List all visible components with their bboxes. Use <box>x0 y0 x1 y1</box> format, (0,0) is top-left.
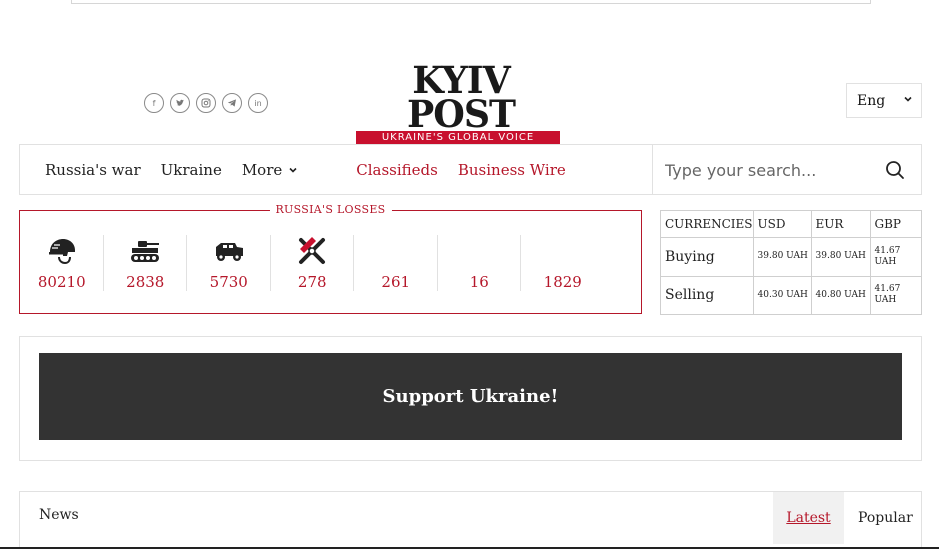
language-value: Eng <box>857 92 886 109</box>
search-box <box>652 145 921 194</box>
currency-row-selling: Selling 40.30 UAH 40.80 UAH 41.67 UAH <box>660 275 923 315</box>
chevron-down-icon <box>289 167 297 173</box>
loss-item-personnel[interactable]: 80210 <box>20 211 104 313</box>
search-input[interactable] <box>665 157 880 183</box>
linkedin-icon[interactable]: in <box>248 93 268 113</box>
currency-row-label: Selling <box>660 275 754 315</box>
currency-header-eur: EUR <box>810 210 871 238</box>
nav-more-label: More <box>241 160 283 179</box>
loss-item-artillery[interactable]: 278 <box>271 211 354 313</box>
social-links: f in <box>144 93 268 113</box>
currency-table: CURRENCIES USD EUR GBP Buying 39.80 UAH … <box>660 210 923 315</box>
loss-value: 16 <box>469 273 489 291</box>
logo-wordmark: KYIV POST <box>406 58 516 136</box>
tab-latest[interactable]: Latest <box>773 492 844 544</box>
nav-item-classifieds[interactable]: Classifieds <box>356 161 438 179</box>
currency-header-label: CURRENCIES <box>660 210 754 238</box>
loss-item-7[interactable]: 1829 <box>521 211 605 313</box>
currency-row-buying: Buying 39.80 UAH 39.80 UAH 41.67 UAH <box>660 237 923 277</box>
loss-item-tanks[interactable]: 2838 <box>104 211 187 313</box>
tank-icon <box>131 241 160 262</box>
chevron-down-icon <box>904 96 912 102</box>
currency-header-row: CURRENCIES USD EUR GBP <box>660 210 923 238</box>
currency-header-usd: USD <box>752 210 812 238</box>
russias-losses-widget[interactable]: RUSSIA'S LOSSES 80210 2838 5730 278 261 … <box>19 203 642 314</box>
artillery-icon <box>299 237 326 264</box>
loss-item-6[interactable]: 16 <box>438 211 521 313</box>
nav-item-business-wire[interactable]: Business Wire <box>458 161 566 179</box>
telegram-icon[interactable] <box>222 93 242 113</box>
tab-popular[interactable]: Popular <box>858 492 913 544</box>
language-select[interactable]: Eng <box>846 83 922 118</box>
rate-gbp: 41.67 UAH <box>869 237 923 277</box>
rate-gbp: 41.67 UAH <box>869 275 923 315</box>
top-strip <box>71 0 871 4</box>
loss-value: 261 <box>381 273 411 291</box>
support-section: Support Ukraine! <box>19 336 922 461</box>
loss-value: 5730 <box>209 273 248 291</box>
news-section: News Latest Popular <box>19 491 922 549</box>
loss-value: 2838 <box>126 273 165 291</box>
rate-eur: 39.80 UAH <box>810 237 871 277</box>
twitter-icon[interactable] <box>170 93 190 113</box>
loss-value: 1829 <box>543 273 582 291</box>
rate-usd: 39.80 UAH <box>752 237 812 277</box>
kyiv-post-logo[interactable]: KYIV POST UKRAINE'S GLOBAL VOICE <box>356 58 566 145</box>
facebook-icon[interactable]: f <box>144 93 164 113</box>
main-nav: Russia's war Ukraine More Classifieds Bu… <box>19 144 922 195</box>
armored-vehicle-icon <box>215 243 243 261</box>
instagram-icon[interactable] <box>196 93 216 113</box>
currency-header-gbp: GBP <box>869 210 923 238</box>
loss-value: 80210 <box>37 273 86 291</box>
helmet-icon <box>48 239 75 265</box>
search-icon[interactable] <box>885 160 905 180</box>
loss-value: 278 <box>297 273 327 291</box>
loss-item-5[interactable]: 261 <box>354 211 438 313</box>
rate-eur: 40.80 UAH <box>810 275 871 315</box>
news-heading: News <box>39 507 79 523</box>
nav-item-ukraine[interactable]: Ukraine <box>161 161 222 179</box>
currency-row-label: Buying <box>660 237 754 277</box>
nav-item-russias-war[interactable]: Russia's war <box>45 161 141 179</box>
nav-item-more[interactable]: More <box>242 161 298 179</box>
rate-usd: 40.30 UAH <box>752 275 812 315</box>
support-ukraine-button[interactable]: Support Ukraine! <box>39 353 902 440</box>
loss-item-armored-vehicles[interactable]: 5730 <box>187 211 271 313</box>
